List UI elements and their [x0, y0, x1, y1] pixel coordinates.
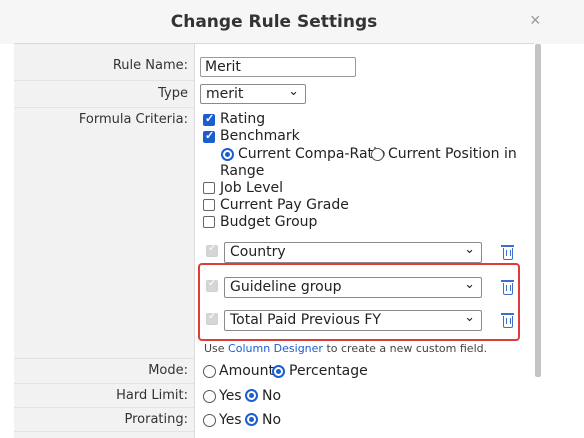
hint-prefix: Use: [204, 342, 229, 355]
row-divider: [14, 383, 194, 384]
benchmark-label: Benchmark: [220, 128, 300, 144]
trash-icon[interactable]: [501, 245, 514, 260]
current-pay-grade-checkbox[interactable]: [203, 199, 215, 211]
hard-limit-no-label: No: [262, 388, 282, 404]
chevron-down-icon: ⌄: [464, 310, 475, 325]
country-field-value: Country: [230, 244, 286, 260]
hint-suffix: to create a new custom field.: [322, 342, 488, 355]
total-paid-value: Total Paid Previous FY: [230, 312, 381, 328]
country-field-select[interactable]: Country ⌄: [224, 242, 482, 263]
hard-limit-no-radio[interactable]: [245, 389, 258, 402]
trash-icon[interactable]: [501, 313, 514, 328]
total-paid-checkbox: [206, 311, 218, 325]
custom-field-hint: Use Column Designer to create a new cust…: [204, 342, 487, 355]
guideline-group-select[interactable]: Guideline group ⌄: [224, 277, 482, 298]
dialog-header: Change Rule Settings ×: [0, 0, 584, 44]
row-divider: [14, 107, 194, 108]
mode-percentage-radio[interactable]: [272, 365, 285, 378]
job-level-checkbox[interactable]: [203, 182, 215, 194]
rule-name-label: Rule Name:: [112, 58, 188, 73]
job-level-label: Job Level: [220, 180, 283, 196]
prorating-label: Prorating:: [124, 412, 188, 427]
mode-amount-label: Amount: [219, 363, 275, 379]
prorating-no-radio[interactable]: [245, 413, 258, 426]
hard-limit-label: Hard Limit:: [116, 388, 188, 403]
label-column: [14, 44, 194, 438]
benchmark-checkbox[interactable]: [203, 129, 215, 143]
current-position-label-cont: Range: [220, 163, 265, 179]
scrollbar[interactable]: [535, 44, 541, 377]
current-position-radio[interactable]: [371, 148, 384, 161]
current-position-label: Current Position in: [388, 146, 517, 162]
mode-percentage-label: Percentage: [289, 363, 368, 379]
prorating-yes-radio[interactable]: [203, 414, 216, 427]
guideline-group-value: Guideline group: [230, 279, 342, 295]
formula-criteria-label: Formula Criteria:: [78, 112, 188, 127]
chevron-down-icon: ⌄: [288, 84, 299, 99]
current-pay-grade-label: Current Pay Grade: [220, 197, 349, 213]
hard-limit-yes-radio[interactable]: [203, 390, 216, 403]
type-label: Type: [158, 86, 188, 101]
current-compa-ratio-radio[interactable]: [221, 148, 234, 161]
guideline-group-checkbox: [206, 278, 218, 292]
current-compa-ratio-label: Current Compa-Ratio: [238, 146, 386, 162]
row-divider: [14, 431, 194, 432]
hard-limit-yes-label: Yes: [219, 388, 242, 404]
mode-amount-radio[interactable]: [203, 365, 216, 378]
trash-icon[interactable]: [501, 280, 514, 295]
column-divider: [194, 44, 195, 438]
budget-group-checkbox[interactable]: [203, 216, 215, 228]
chevron-down-icon: ⌄: [464, 277, 475, 292]
type-select[interactable]: merit ⌄: [200, 84, 306, 104]
close-icon[interactable]: ×: [530, 10, 541, 31]
total-paid-select[interactable]: Total Paid Previous FY ⌄: [224, 310, 482, 331]
dialog-title: Change Rule Settings: [170, 12, 378, 32]
row-divider: [14, 80, 194, 81]
budget-group-label: Budget Group: [220, 214, 318, 230]
rating-checkbox[interactable]: [203, 112, 215, 126]
column-designer-link[interactable]: Column Designer: [228, 342, 323, 355]
rating-label: Rating: [220, 111, 266, 127]
type-select-value: merit: [206, 86, 244, 102]
chevron-down-icon: ⌄: [464, 242, 475, 257]
country-field-checkbox: [206, 243, 218, 257]
row-divider: [14, 358, 194, 359]
mode-label: Mode:: [148, 363, 188, 378]
prorating-no-label: No: [262, 412, 282, 428]
rule-name-input[interactable]: Merit: [200, 57, 356, 77]
prorating-yes-label: Yes: [219, 412, 242, 428]
row-divider: [14, 407, 194, 408]
